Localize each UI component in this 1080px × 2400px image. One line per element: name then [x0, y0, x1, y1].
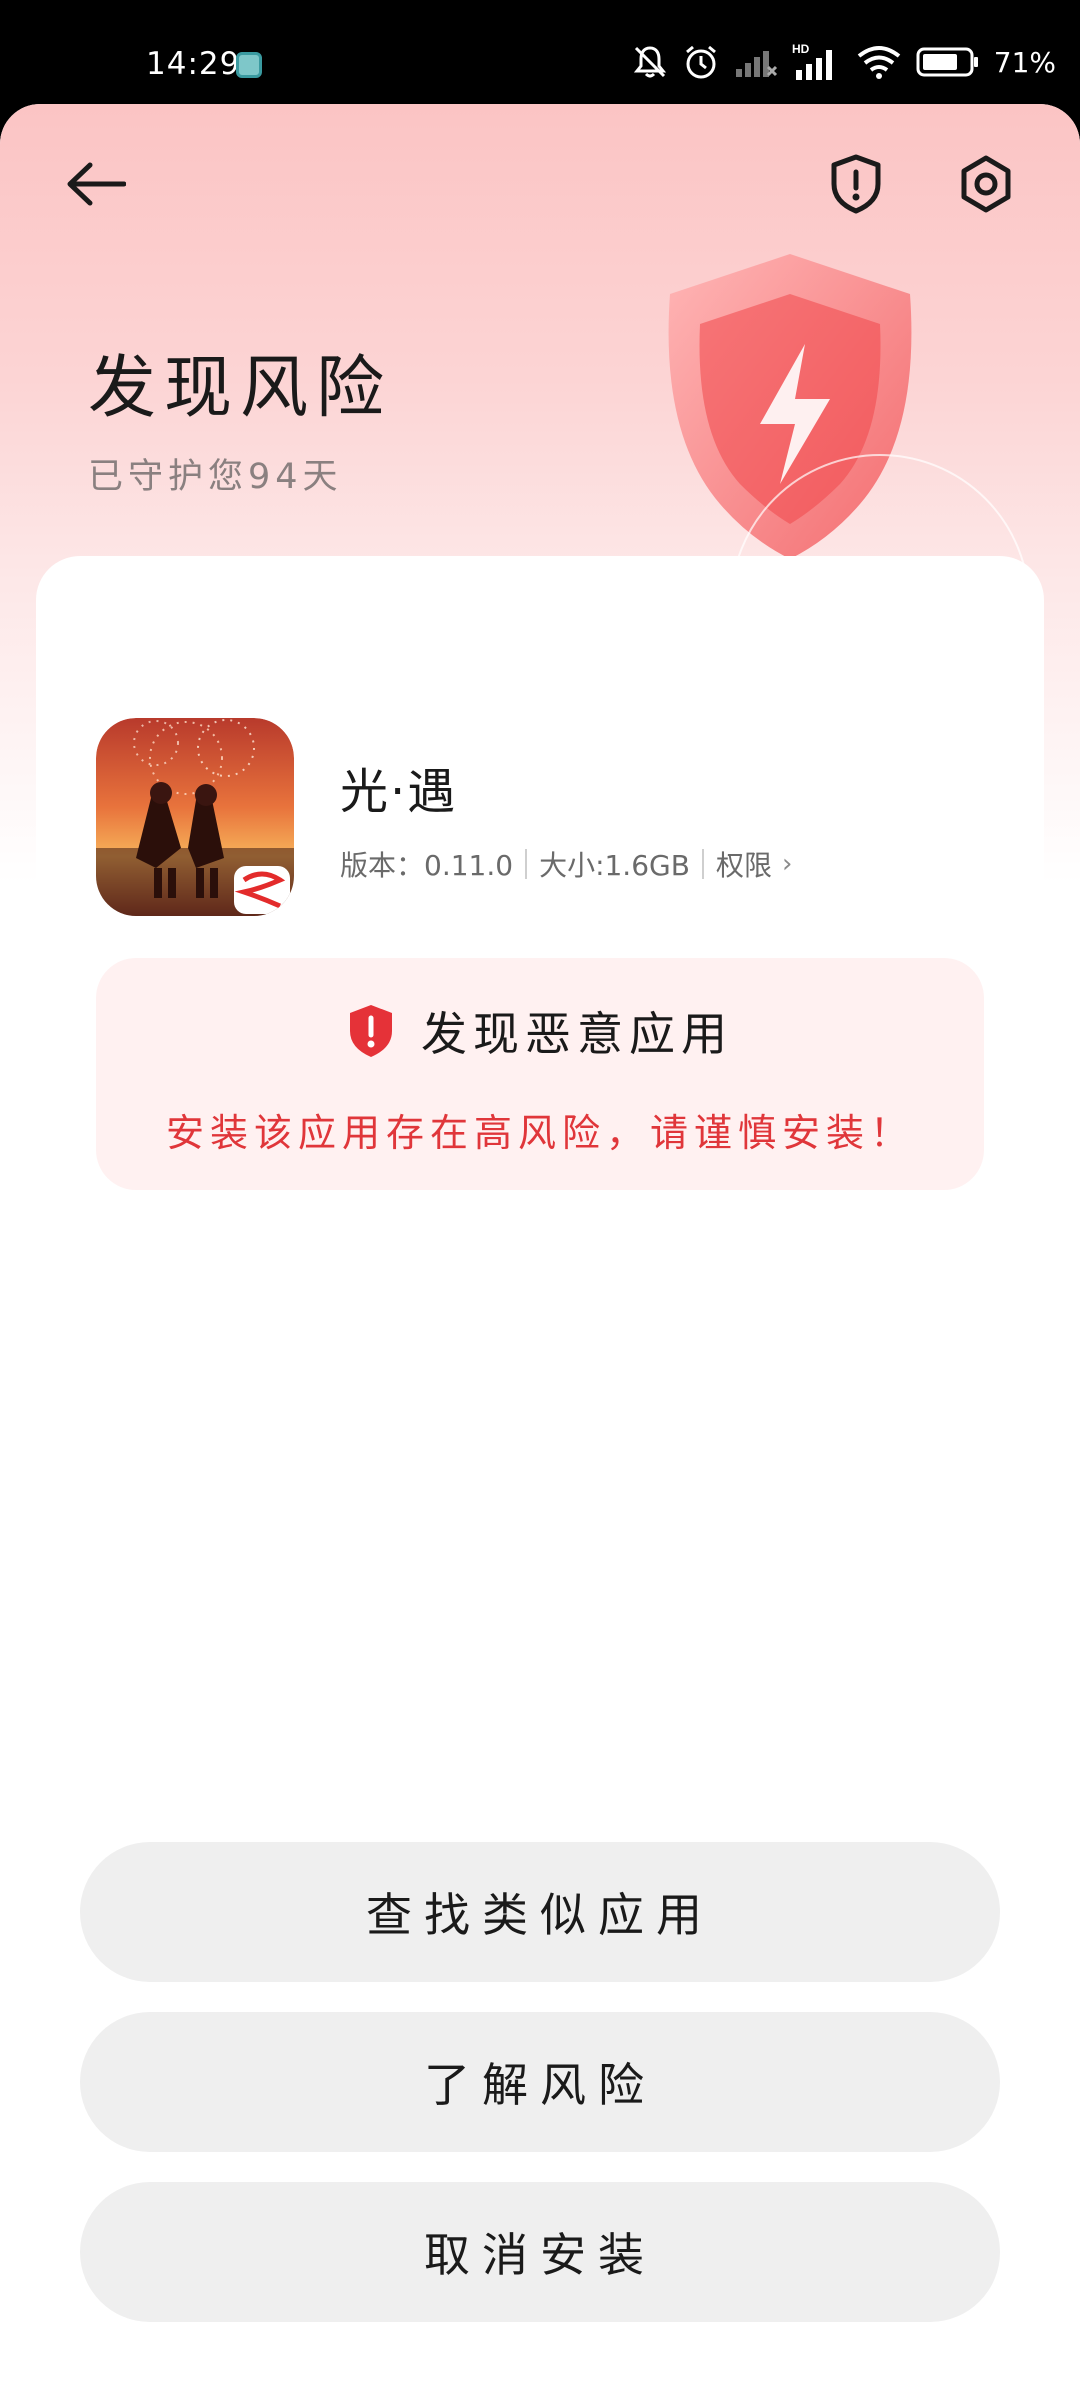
status-icons: HD 71%	[632, 42, 1056, 82]
app-size: 大小:1.6GB	[539, 849, 690, 882]
app-icon-sky	[96, 718, 294, 916]
find-similar-apps-button[interactable]: 查找类似应用	[80, 1842, 1000, 1982]
permissions-link[interactable]: 权限 ›	[716, 844, 792, 884]
page-title: 发现风险	[88, 349, 393, 428]
wifi-icon	[857, 46, 901, 79]
arrow-left-icon	[67, 162, 126, 206]
alarm-icon	[685, 45, 716, 79]
signal-off-icon	[735, 51, 777, 77]
status-time: 14:29	[146, 46, 241, 82]
status-bar: 14:29 HD 71%	[0, 0, 1080, 108]
meta-divider	[701, 849, 704, 879]
app-meta-row: 版本：0.11.0 大小:1.6GB 权限 ›	[340, 844, 792, 884]
settings-gear-icon	[961, 155, 1011, 213]
shield-alert-red-icon	[350, 1005, 392, 1057]
permissions-label: 权限	[715, 849, 772, 882]
battery-percent: 71%	[993, 45, 1056, 79]
learn-risk-button[interactable]: 了解风险	[80, 2012, 1000, 2152]
meta-divider	[525, 849, 528, 879]
app-version: 版本：0.11.0	[340, 849, 514, 882]
back-button[interactable]	[56, 144, 136, 224]
warning-title-row: 发现恶意应用	[96, 998, 984, 1064]
mute-icon	[633, 46, 666, 78]
svg-text:HD: HD	[792, 42, 810, 56]
settings-button[interactable]	[946, 144, 1026, 224]
cancel-install-button[interactable]: 取消安装	[80, 2182, 1000, 2322]
warning-message: 安装该应用存在高风险，请谨慎安装！	[165, 1111, 914, 1155]
shield-alert-icon	[831, 154, 881, 214]
protection-days-subtitle: 已守护您94天	[88, 457, 343, 497]
hd-signal-icon: HD	[792, 42, 832, 80]
chevron-right-icon: ›	[781, 849, 793, 879]
risk-screen: 发现风险 已守护您94天 光·遇 版本：0.11.0 大小:1.6GB 权限 ›…	[0, 104, 1080, 2400]
security-shield-button[interactable]	[816, 144, 896, 224]
battery-icon	[916, 47, 978, 77]
warning-title: 发现恶意应用	[421, 1007, 733, 1061]
app-notification-icon	[236, 52, 262, 78]
malicious-app-warning: 发现恶意应用 安装该应用存在高风险，请谨慎安装！	[96, 958, 984, 1190]
app-name: 光·遇	[340, 764, 458, 820]
